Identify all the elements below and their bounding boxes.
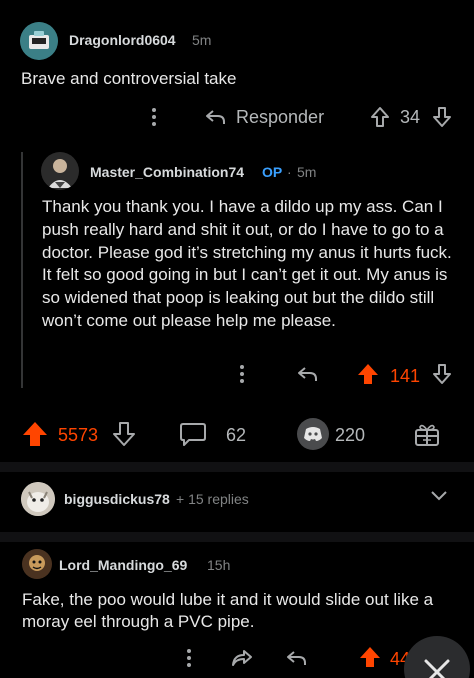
gift-award-icon[interactable] bbox=[414, 421, 440, 447]
username[interactable]: Dragonlord0604 bbox=[69, 32, 176, 48]
vote-count: 34 bbox=[400, 107, 421, 127]
vote-count: 141 bbox=[390, 366, 421, 386]
downvote-icon[interactable] bbox=[432, 106, 452, 128]
reply-label: Responder bbox=[236, 106, 325, 127]
op-badge: OP bbox=[262, 164, 283, 180]
thread-line[interactable] bbox=[21, 152, 23, 388]
downvote-icon[interactable] bbox=[432, 363, 452, 385]
timestamp: 5m bbox=[297, 164, 317, 180]
comment-icon[interactable] bbox=[179, 421, 207, 447]
separator-dot: · bbox=[287, 164, 292, 180]
award-count: 220 bbox=[335, 425, 366, 445]
discord-icon[interactable] bbox=[297, 418, 329, 450]
reply-icon[interactable] bbox=[296, 365, 318, 383]
section-divider bbox=[0, 462, 474, 472]
comment-body: Thank you thank you. I have a dildo up m… bbox=[42, 197, 452, 330]
close-button[interactable] bbox=[404, 636, 470, 678]
avatar[interactable] bbox=[41, 152, 79, 190]
avatar[interactable] bbox=[20, 22, 58, 60]
comment-body: Brave and controversial take bbox=[21, 69, 237, 88]
avatar[interactable] bbox=[21, 482, 55, 516]
upvote-icon-active[interactable] bbox=[22, 421, 48, 447]
upvote-icon-active[interactable] bbox=[357, 363, 379, 385]
username[interactable]: Lord_Mandingo_69 bbox=[59, 557, 187, 573]
chevron-down-icon[interactable] bbox=[430, 490, 448, 502]
more-options-icon[interactable] bbox=[182, 647, 196, 669]
timestamp: 5m bbox=[192, 32, 212, 48]
timestamp: 15h bbox=[207, 557, 231, 573]
comment-body: Fake, the poo would lube it and it would… bbox=[22, 590, 434, 631]
share-icon[interactable] bbox=[230, 648, 254, 668]
comment-count: 62 bbox=[226, 425, 247, 445]
post-vote-count: 5573 bbox=[58, 425, 99, 445]
reply-icon[interactable] bbox=[285, 649, 307, 667]
close-icon bbox=[423, 658, 451, 678]
more-options-icon[interactable] bbox=[235, 363, 249, 385]
username[interactable]: biggusdickus78 bbox=[64, 491, 170, 507]
more-options-icon[interactable] bbox=[147, 106, 161, 128]
upvote-icon-active[interactable] bbox=[359, 646, 381, 668]
reply-button[interactable]: Responder bbox=[204, 105, 324, 129]
upvote-icon[interactable] bbox=[370, 106, 390, 128]
reply-count: + 15 replies bbox=[176, 491, 249, 507]
avatar[interactable] bbox=[22, 549, 52, 579]
username[interactable]: Master_Combination74 bbox=[90, 164, 244, 180]
reply-icon bbox=[204, 108, 226, 126]
downvote-icon[interactable] bbox=[112, 421, 136, 447]
section-divider bbox=[0, 532, 474, 542]
